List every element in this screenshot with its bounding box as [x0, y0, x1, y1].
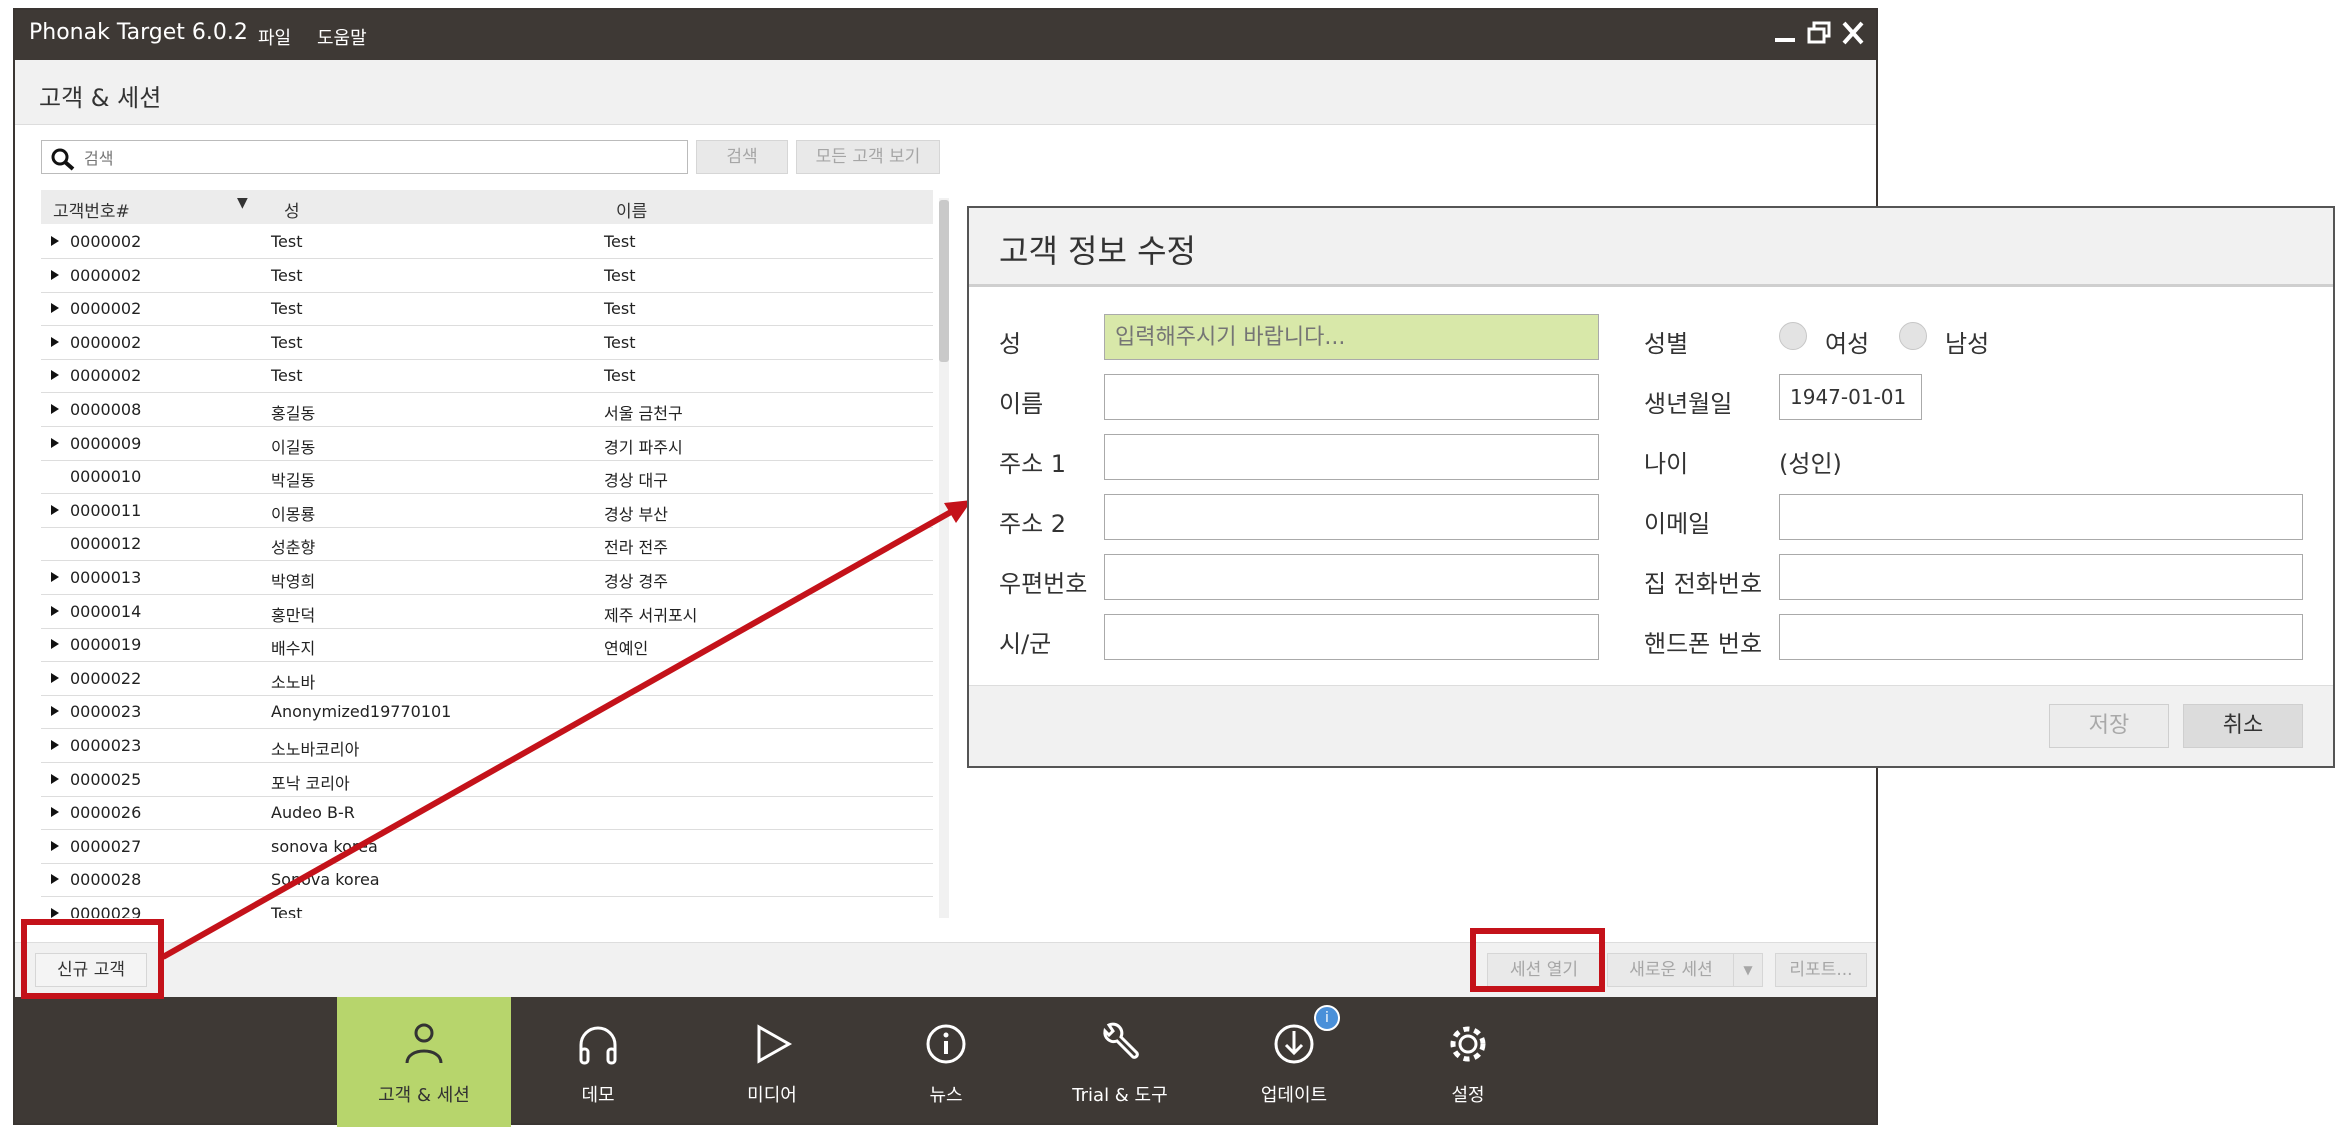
- email-field[interactable]: [1779, 494, 2303, 540]
- postal-code-field[interactable]: [1104, 554, 1599, 600]
- arrow-line: [161, 505, 960, 960]
- last-name-field[interactable]: [1104, 314, 1599, 360]
- cancel-button[interactable]: 취소: [2183, 704, 2303, 748]
- label-age: 나이: [1644, 450, 1689, 478]
- label-first-name: 이름: [999, 390, 1044, 418]
- label-birth: 생년월일: [1644, 390, 1733, 418]
- first-name-field[interactable]: [1104, 374, 1599, 420]
- dialog-header: 고객 정보 수정: [969, 208, 2333, 287]
- label-female: 여성: [1825, 330, 1870, 358]
- birth-date-field[interactable]: 1947-01-01: [1779, 374, 1922, 420]
- edit-client-dialog: 고객 정보 수정 성 이름 주소 1 주소 2 우편번호 시/군 성별 여성 남…: [967, 206, 2335, 768]
- label-male: 남성: [1945, 330, 1990, 358]
- label-address2: 주소 2: [999, 510, 1067, 538]
- address2-field[interactable]: [1104, 494, 1599, 540]
- save-button[interactable]: 저장: [2049, 704, 2169, 748]
- age-value: (성인): [1779, 450, 1842, 478]
- label-email: 이메일: [1644, 510, 1711, 538]
- dialog-title: 고객 정보 수정: [999, 232, 1196, 270]
- label-mobile: 핸드폰 번호: [1644, 630, 1763, 658]
- label-postal: 우편번호: [999, 570, 1088, 598]
- mobile-phone-field[interactable]: [1779, 614, 2303, 660]
- label-home-phone: 집 전화번호: [1644, 570, 1763, 598]
- dialog-footer: 저장 취소: [969, 685, 2333, 766]
- label-city: 시/군: [999, 630, 1052, 658]
- label-gender: 성별: [1644, 330, 1689, 358]
- home-phone-field[interactable]: [1779, 554, 2303, 600]
- label-last-name: 성: [999, 330, 1022, 358]
- radio-female[interactable]: [1779, 322, 1807, 350]
- address1-field[interactable]: [1104, 434, 1599, 480]
- city-field[interactable]: [1104, 614, 1599, 660]
- radio-male[interactable]: [1899, 322, 1927, 350]
- label-address1: 주소 1: [999, 450, 1067, 478]
